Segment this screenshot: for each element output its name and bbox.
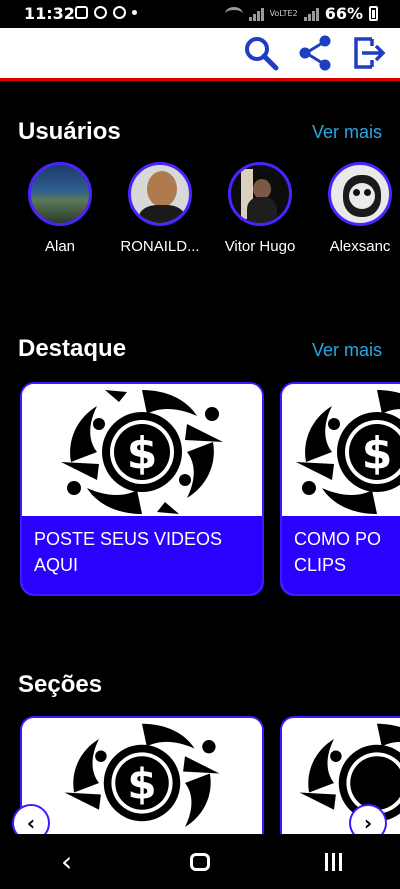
card-label-line2: AQUI: [34, 555, 79, 575]
usuarios-title: Usuários: [18, 118, 121, 145]
recents-button[interactable]: [303, 842, 363, 882]
avatar: [328, 162, 392, 226]
signal-icon-2: [303, 7, 319, 21]
user-name: Alan: [44, 238, 76, 255]
status-bar: 11:32 VoLTE2 66%: [0, 0, 400, 28]
battery-icon: [369, 6, 378, 21]
dollar-tribal-logo: $: [296, 390, 400, 514]
notification-icons: [75, 6, 137, 19]
avatar: [128, 162, 192, 226]
back-icon: ‹: [61, 845, 73, 878]
recents-icon: [324, 852, 342, 871]
destaque-card[interactable]: $ POSTE SEUS VIDEOS AQUI: [20, 382, 264, 596]
app-header: [0, 28, 400, 81]
battery-percent: 66%: [324, 4, 363, 23]
secoes-title: Seções: [18, 671, 103, 698]
chat-icon: [94, 6, 107, 19]
user-item[interactable]: Alan: [15, 162, 105, 255]
users-carousel[interactable]: Alan RONAILD... Vitor Hugo Alexsanc: [0, 162, 400, 262]
svg-text:$: $: [127, 759, 156, 808]
dollar-tribal-logo: $: [61, 390, 223, 514]
search-button[interactable]: [242, 34, 280, 72]
chevron-right-icon: ›: [363, 811, 373, 835]
share-icon: [299, 35, 331, 71]
user-item[interactable]: Vitor Hugo: [215, 162, 305, 255]
back-button[interactable]: ‹: [37, 842, 97, 882]
status-right: VoLTE2 66%: [224, 4, 378, 23]
destaque-card[interactable]: $ COMO PO CLIPS: [280, 382, 400, 596]
target-icon: [113, 6, 126, 19]
card-label-line1: COMO PO: [294, 529, 382, 549]
instagram-icon: [75, 6, 88, 19]
system-nav-bar: ‹: [0, 834, 400, 889]
destaque-title: Destaque: [18, 335, 127, 362]
more-notifications-icon: [132, 10, 137, 15]
status-time: 11:32: [24, 4, 75, 23]
user-name: Alexsanc: [329, 238, 391, 255]
card-label: COMO PO CLIPS: [282, 516, 400, 594]
user-item[interactable]: RONAILD...: [115, 162, 205, 255]
user-name: RONAILD...: [120, 238, 200, 255]
card-label: POSTE SEUS VIDEOS AQUI: [22, 516, 262, 594]
card-label-line1: POSTE SEUS VIDEOS: [34, 529, 223, 549]
usuarios-ver-mais-link[interactable]: Ver mais: [312, 122, 382, 143]
home-icon: [189, 852, 210, 871]
chevron-left-icon: ‹: [26, 811, 36, 835]
home-button[interactable]: [170, 842, 230, 882]
destaque-ver-mais-link[interactable]: Ver mais: [312, 340, 382, 361]
svg-text:$: $: [362, 428, 393, 479]
share-button[interactable]: [296, 34, 334, 72]
avatar: [228, 162, 292, 226]
search-icon: [245, 37, 279, 71]
destaque-carousel[interactable]: $ POSTE SEUS VIDEOS AQUI $ COMO PO CLIPS: [0, 382, 400, 602]
wifi-icon: [224, 6, 243, 21]
card-image: $: [282, 384, 400, 520]
logout-icon: [354, 37, 386, 69]
dollar-tribal-logo: $: [64, 723, 220, 827]
network-label: VoLTE2: [269, 8, 298, 18]
user-item[interactable]: Alexsanc: [315, 162, 400, 255]
signal-icon: [248, 7, 264, 21]
logout-button[interactable]: [350, 34, 388, 72]
avatar: [28, 162, 92, 226]
secoes-carousel[interactable]: $: [0, 716, 400, 836]
user-name: Vitor Hugo: [224, 238, 296, 255]
svg-text:$: $: [127, 428, 158, 479]
secoes-card[interactable]: $: [20, 716, 264, 836]
card-image: $: [22, 718, 262, 836]
card-label-line2: CLIPS: [294, 555, 347, 575]
card-image: $: [22, 384, 262, 520]
